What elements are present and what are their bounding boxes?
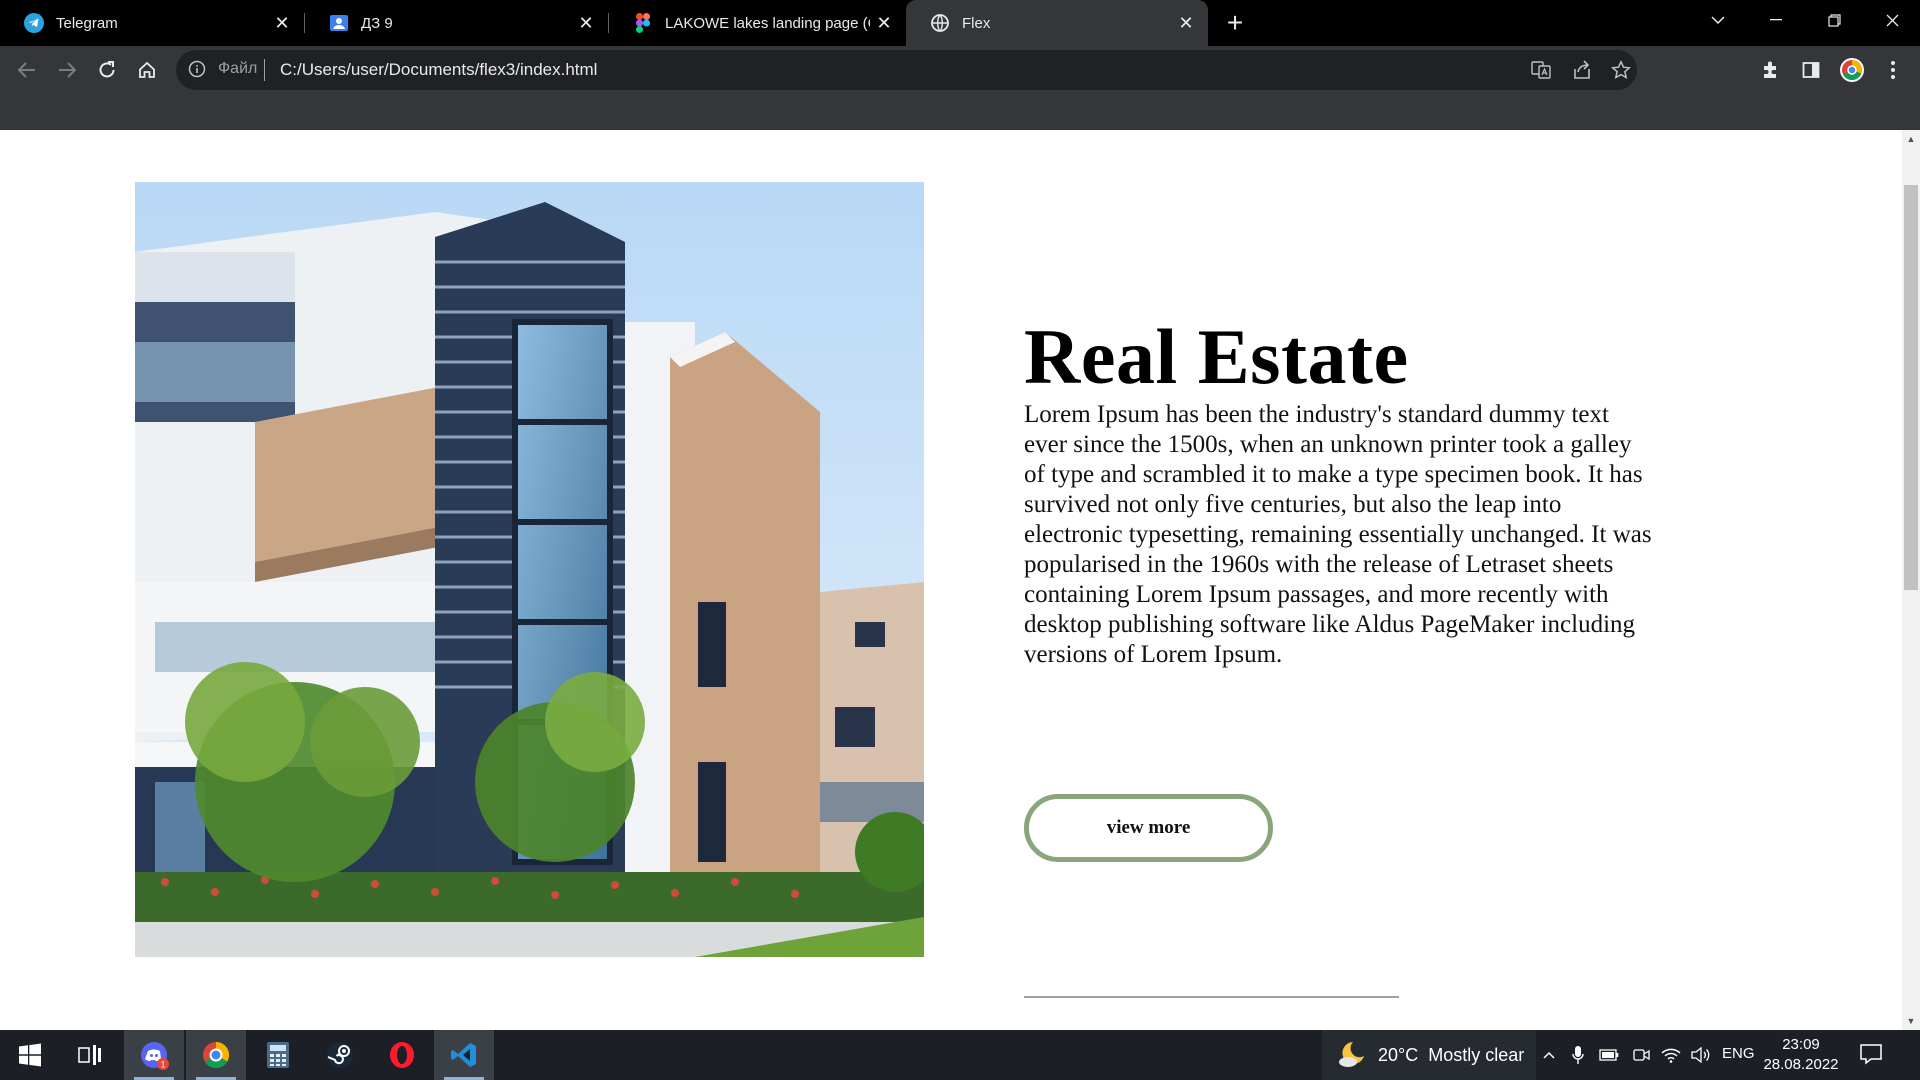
tab-title: Telegram bbox=[56, 14, 118, 32]
bookmark-star-icon[interactable] bbox=[1607, 56, 1635, 84]
tab-title: LAKOWE lakes landing page (Cor bbox=[665, 14, 870, 32]
share-icon[interactable] bbox=[1568, 56, 1596, 84]
wifi-icon[interactable] bbox=[1660, 1044, 1682, 1066]
close-icon[interactable]: ✕ bbox=[572, 9, 600, 37]
translate-icon[interactable] bbox=[1527, 56, 1555, 84]
windows-taskbar: 1 20°C Mostly clear ENG 23:09 28.08.2022 bbox=[0, 1030, 1920, 1080]
extensions-icon[interactable] bbox=[1753, 52, 1789, 88]
telegram-icon bbox=[24, 13, 44, 33]
classroom-icon bbox=[329, 13, 349, 33]
clock-date: 28.08.2022 bbox=[1763, 1056, 1839, 1073]
battery-icon[interactable] bbox=[1598, 1044, 1620, 1066]
restore-icon[interactable] bbox=[1806, 0, 1862, 40]
tab-dz9[interactable]: ДЗ 9 ✕ bbox=[305, 0, 608, 46]
menu-kebab-icon[interactable] bbox=[1875, 52, 1911, 88]
info-icon[interactable] bbox=[188, 60, 208, 80]
minimize-icon[interactable] bbox=[1748, 0, 1804, 40]
forward-icon[interactable] bbox=[49, 52, 85, 88]
scroll-up-icon[interactable]: ▲ bbox=[1902, 130, 1920, 148]
scroll-down-icon[interactable]: ▼ bbox=[1902, 1012, 1920, 1030]
close-icon[interactable]: ✕ bbox=[1172, 9, 1200, 37]
discord-badge: 1 bbox=[160, 1060, 165, 1070]
clock-time: 23:09 bbox=[1782, 1036, 1820, 1053]
tab-title: ДЗ 9 bbox=[361, 14, 393, 32]
new-tab-button[interactable]: + bbox=[1219, 7, 1251, 39]
camera-icon[interactable] bbox=[1630, 1044, 1652, 1066]
browser-toolbar: Файл C:/Users/user/Documents/flex3/index… bbox=[0, 46, 1920, 130]
reload-icon[interactable] bbox=[89, 52, 125, 88]
home-icon[interactable] bbox=[129, 52, 165, 88]
weather-temperature: 20°C bbox=[1378, 1044, 1419, 1065]
side-panel-icon[interactable] bbox=[1793, 52, 1829, 88]
close-icon[interactable]: ✕ bbox=[870, 9, 898, 37]
page-title: Real Estate bbox=[1024, 313, 1409, 400]
moon-cloud-icon bbox=[1339, 1042, 1364, 1067]
chrome-app-icon[interactable] bbox=[186, 1030, 246, 1080]
real-estate-building-image bbox=[135, 182, 924, 957]
view-more-button[interactable]: view more bbox=[1024, 794, 1273, 862]
task-view-icon[interactable] bbox=[60, 1030, 120, 1080]
tab-search-icon[interactable] bbox=[1690, 0, 1746, 40]
profile-avatar-icon[interactable] bbox=[1834, 52, 1870, 88]
notifications-icon[interactable] bbox=[1858, 1041, 1886, 1069]
url-text[interactable]: C:/Users/user/Documents/flex3/index.html bbox=[280, 60, 597, 80]
system-clock[interactable]: 23:09 28.08.2022 bbox=[1760, 1035, 1842, 1075]
tab-title: Flex bbox=[962, 14, 991, 32]
page-scrollbar[interactable]: ▲ ▼ bbox=[1902, 130, 1920, 1030]
weather-condition: Mostly clear bbox=[1428, 1044, 1525, 1065]
window-close-icon[interactable] bbox=[1864, 0, 1920, 40]
address-bar[interactable]: Файл C:/Users/user/Documents/flex3/index… bbox=[176, 50, 1637, 90]
url-scheme-label: Файл bbox=[218, 60, 258, 77]
opera-app-icon[interactable] bbox=[372, 1030, 432, 1080]
globe-icon bbox=[930, 13, 950, 33]
calculator-app-icon[interactable] bbox=[248, 1030, 308, 1080]
windows-start-icon[interactable] bbox=[0, 1030, 60, 1080]
weather-widget[interactable]: 20°C Mostly clear bbox=[1322, 1030, 1537, 1080]
figma-icon bbox=[633, 13, 653, 33]
page-viewport: Real Estate Lorem Ipsum has been the ind… bbox=[0, 130, 1902, 1030]
scrollbar-thumb[interactable] bbox=[1904, 185, 1918, 590]
chevron-up-icon[interactable] bbox=[1538, 1044, 1560, 1066]
close-icon[interactable]: ✕ bbox=[268, 9, 296, 37]
microphone-icon[interactable] bbox=[1567, 1044, 1589, 1066]
tab-telegram[interactable]: Telegram ✕ bbox=[0, 0, 304, 46]
section-divider bbox=[1024, 996, 1399, 998]
url-separator bbox=[264, 59, 265, 81]
volume-icon[interactable] bbox=[1690, 1044, 1712, 1066]
input-language[interactable]: ENG bbox=[1722, 1045, 1755, 1062]
tab-flex[interactable]: Flex ✕ bbox=[906, 0, 1208, 46]
description-paragraph: Lorem Ipsum has been the industry's stan… bbox=[1024, 401, 1652, 668]
back-icon[interactable] bbox=[9, 52, 45, 88]
discord-app-icon[interactable]: 1 bbox=[124, 1030, 184, 1080]
steam-app-icon[interactable] bbox=[310, 1030, 370, 1080]
tab-strip: Telegram ✕ ДЗ 9 ✕ LAKOWE lakes landing p… bbox=[0, 0, 1920, 46]
tab-lakowe[interactable]: LAKOWE lakes landing page (Cor ✕ bbox=[609, 0, 906, 46]
vscode-app-icon[interactable] bbox=[434, 1030, 494, 1080]
